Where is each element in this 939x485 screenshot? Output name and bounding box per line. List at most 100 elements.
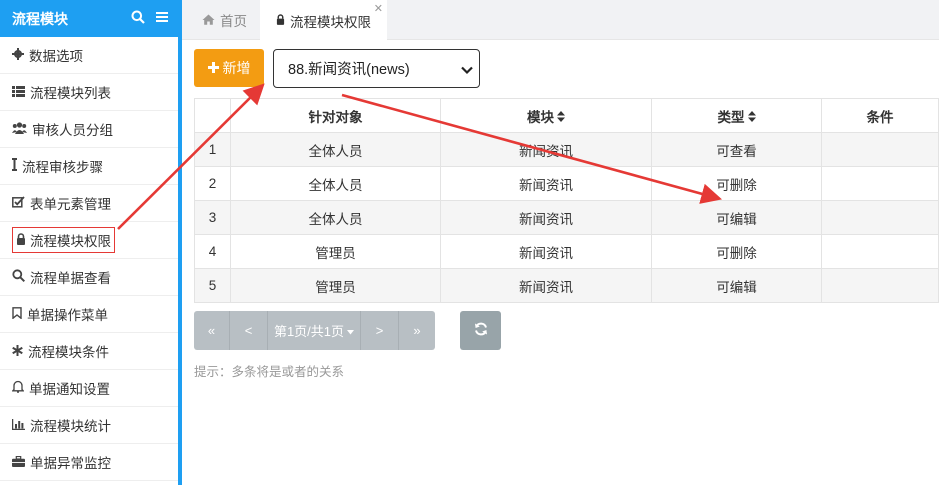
header-module-label: 模块 — [527, 109, 554, 125]
asterisk-icon — [12, 344, 23, 359]
table-row[interactable]: 1 全体人员 新闻资讯 可查看 — [194, 132, 939, 167]
module-select[interactable]: 88.新闻资讯(news) — [273, 49, 480, 88]
header-target: 针对对象 — [230, 98, 441, 133]
cell-condition — [821, 268, 939, 303]
cell-target: 全体人员 — [230, 166, 441, 201]
table-row[interactable]: 5 管理员 新闻资讯 可编辑 — [194, 268, 939, 303]
sidebar-item-data-options[interactable]: 数据选项 — [0, 37, 181, 74]
header-target-label: 针对对象 — [308, 109, 363, 125]
table-header-row: 针对对象 模块 类型 条件 — [194, 98, 939, 133]
sidebar-item-operation-menu[interactable]: 单据操作菜单 — [0, 296, 181, 333]
sidebar-item-exception-monitor[interactable]: 单据异常监控 — [0, 444, 181, 481]
cell-module: 新闻资讯 — [440, 200, 652, 235]
users-icon — [12, 121, 27, 137]
table-row[interactable]: 4 管理员 新闻资讯 可删除 — [194, 234, 939, 269]
sidebar-item-module-conditions[interactable]: 流程模块条件 — [0, 333, 181, 370]
chevron-down-icon — [461, 63, 473, 79]
table-row[interactable]: 2 全体人员 新闻资讯 可删除 — [194, 166, 939, 201]
prev-page-button[interactable]: < — [230, 311, 268, 350]
tab-home[interactable]: 首页 — [186, 0, 263, 40]
sidebar-item-label: 流程模块条件 — [28, 345, 109, 360]
cell-type: 可编辑 — [651, 268, 822, 303]
first-page-button[interactable]: « — [194, 311, 230, 350]
cell-type: 可删除 — [651, 234, 822, 269]
cell-condition — [821, 200, 939, 235]
page-select-button[interactable]: 第1页/共1页 — [268, 311, 361, 350]
sidebar-item-review-steps[interactable]: 流程审核步骤 — [0, 148, 181, 185]
last-page-button[interactable]: » — [399, 311, 435, 350]
list-icon — [12, 85, 25, 100]
header-index — [194, 98, 231, 133]
plus-icon — [207, 60, 219, 76]
cell-target: 全体人员 — [230, 132, 441, 167]
tab-bar: 首页 流程模块权限 ✕ — [182, 0, 939, 41]
tab-label: 流程模块权限 — [290, 14, 371, 30]
sidebar: 流程模块 数据选项 流程模块列表 审核人员分组 流程审核步骤 表单元素管理 流程… — [0, 0, 182, 485]
header-type-label: 类型 — [717, 109, 745, 125]
cell-type: 可删除 — [651, 166, 822, 201]
sidebar-item-reviewer-groups[interactable]: 审核人员分组 — [0, 111, 181, 148]
cell-type: 可查看 — [651, 132, 822, 167]
menu-icon[interactable] — [155, 10, 169, 27]
sidebar-item-label: 流程模块权限 — [30, 234, 111, 249]
sidebar-header: 流程模块 — [0, 0, 181, 37]
cell-target: 管理员 — [230, 234, 441, 269]
module-select-value: 88.新闻资讯(news) — [288, 62, 410, 78]
page-label: 第1页/共1页 — [273, 324, 345, 339]
search-icon[interactable] — [131, 10, 145, 27]
header-module[interactable]: 模块 — [440, 98, 652, 133]
header-condition: 条件 — [821, 98, 939, 133]
lock-icon — [16, 232, 26, 248]
briefcase-icon — [12, 455, 25, 470]
next-page-button[interactable]: > — [361, 311, 399, 350]
add-button-label: 新增 — [222, 60, 251, 76]
sidebar-item-module-statistics[interactable]: 流程模块统计 — [0, 407, 181, 444]
sidebar-item-module-list[interactable]: 流程模块列表 — [0, 74, 181, 111]
cell-index: 1 — [194, 132, 231, 167]
bar-chart-icon — [11, 418, 25, 433]
sidebar-scrollbar[interactable] — [178, 0, 182, 485]
sidebar-item-form-elements[interactable]: 表单元素管理 — [0, 185, 181, 222]
refresh-icon — [474, 322, 488, 339]
sort-icon[interactable] — [747, 110, 756, 125]
header-type[interactable]: 类型 — [651, 98, 822, 133]
lock-icon — [276, 13, 285, 28]
sidebar-item-label: 表单元素管理 — [30, 197, 111, 212]
sidebar-item-label: 流程模块列表 — [30, 86, 111, 101]
highlight-box: 流程模块权限 — [12, 227, 115, 253]
sort-icon[interactable] — [557, 110, 565, 125]
close-icon[interactable]: ✕ — [374, 2, 383, 15]
checkbox-icon — [12, 195, 25, 211]
sidebar-item-label: 审核人员分组 — [32, 123, 113, 138]
header-condition-label: 条件 — [866, 109, 894, 125]
bookmark-icon — [12, 306, 22, 322]
sidebar-title: 流程模块 — [12, 10, 68, 27]
cell-module: 新闻资讯 — [440, 268, 652, 303]
sidebar-item-document-view[interactable]: 流程单据查看 — [0, 259, 181, 296]
cell-target: 全体人员 — [230, 200, 441, 235]
pagination: « < 第1页/共1页 > » — [194, 311, 435, 350]
cell-module: 新闻资讯 — [440, 234, 652, 269]
cell-condition — [821, 166, 939, 201]
sidebar-item-label: 流程模块统计 — [30, 419, 111, 434]
permissions-table: 针对对象 模块 类型 条件 1 全体人员 新闻资讯 可查看 2 全体人员 新闻资… — [194, 98, 939, 303]
sidebar-item-module-permissions[interactable]: 流程模块权限 — [0, 222, 181, 259]
sidebar-item-notification-settings[interactable]: 单据通知设置 — [0, 370, 181, 407]
sidebar-item-label: 流程单据查看 — [30, 271, 111, 286]
tab-module-permissions[interactable]: 流程模块权限 ✕ — [260, 0, 387, 41]
home-icon — [202, 13, 215, 28]
bell-icon — [11, 380, 25, 396]
cell-module: 新闻资讯 — [440, 132, 652, 167]
refresh-button[interactable] — [460, 311, 501, 350]
search-icon — [12, 269, 26, 285]
caret-down-icon — [347, 323, 355, 338]
sidebar-item-label: 单据异常监控 — [30, 456, 111, 471]
cell-index: 5 — [194, 268, 231, 303]
table-row[interactable]: 3 全体人员 新闻资讯 可编辑 — [194, 200, 939, 235]
gear-icon — [12, 47, 24, 63]
add-button[interactable]: 新增 — [194, 49, 264, 87]
sidebar-item-label: 单据通知设置 — [29, 382, 110, 397]
cell-condition — [821, 234, 939, 269]
cell-index: 4 — [194, 234, 231, 269]
sidebar-item-label: 数据选项 — [29, 49, 83, 64]
